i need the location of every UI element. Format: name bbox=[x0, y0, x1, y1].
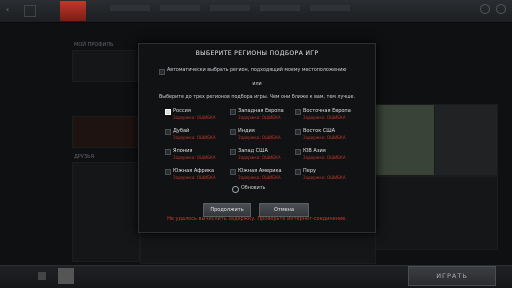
latency-error-text: Не удалось вычислить задержку. Проверьте… bbox=[167, 216, 347, 222]
region-checkbox[interactable] bbox=[295, 169, 301, 175]
region-checkbox[interactable] bbox=[165, 169, 171, 175]
region-option[interactable]: ЮВ Азия Задержка: ОШИБКА bbox=[295, 148, 365, 164]
region-select-dialog: ВЫБЕРИТЕ РЕГИОНЫ ПОДБОРА ИГР Автоматичес… bbox=[138, 43, 376, 233]
region-checkbox[interactable] bbox=[230, 129, 236, 135]
region-option[interactable]: Дубай Задержка: ОШИБКА bbox=[165, 128, 235, 144]
region-name[interactable]: Южная Африка bbox=[173, 168, 214, 174]
instruction-text: Выберите до трех регионов подбора игры. … bbox=[159, 95, 356, 100]
home-icon[interactable] bbox=[24, 5, 36, 17]
region-option[interactable]: Южная Америка Задержка: ОШИБКА bbox=[230, 168, 300, 184]
region-option[interactable]: Япония Задержка: ОШИБКА bbox=[165, 148, 235, 164]
dialog-title: ВЫБЕРИТЕ РЕГИОНЫ ПОДБОРА ИГР bbox=[195, 50, 319, 57]
refresh-icon[interactable] bbox=[232, 186, 239, 193]
region-name[interactable]: Россия bbox=[173, 108, 191, 114]
region-checkbox[interactable] bbox=[165, 109, 171, 115]
region-checkbox[interactable] bbox=[295, 129, 301, 135]
region-latency: Задержка: ОШИБКА bbox=[238, 175, 281, 180]
region-checkbox[interactable] bbox=[295, 149, 301, 155]
region-checkbox[interactable] bbox=[295, 109, 301, 115]
continue-button[interactable]: Продолжить bbox=[203, 203, 251, 217]
region-name[interactable]: Западная Европа bbox=[238, 108, 284, 114]
region-name[interactable]: Дубай bbox=[173, 128, 189, 134]
region-option[interactable]: Восток США Задержка: ОШИБКА bbox=[295, 128, 365, 144]
region-option[interactable]: Южная Африка Задержка: ОШИБКА bbox=[165, 168, 235, 184]
region-latency: Задержка: ОШИБКА bbox=[303, 175, 346, 180]
region-latency: Задержка: ОШИБКА bbox=[173, 175, 216, 180]
close-icon[interactable] bbox=[496, 4, 506, 14]
region-checkbox[interactable] bbox=[230, 149, 236, 155]
refresh-label[interactable]: Обновить bbox=[241, 186, 265, 191]
region-latency: Задержка: ОШИБКА bbox=[173, 155, 216, 160]
nav-tab-1[interactable] bbox=[110, 5, 150, 11]
region-option[interactable]: Россия Задержка: ОШИБКА bbox=[165, 108, 235, 124]
region-name[interactable]: Запад США bbox=[238, 148, 268, 154]
nav-tab-2[interactable] bbox=[160, 5, 200, 11]
region-latency: Задержка: ОШИБКА bbox=[238, 115, 281, 120]
region-option[interactable]: Восточная Европа Задержка: ОШИБКА bbox=[295, 108, 365, 124]
region-latency: Задержка: ОШИБКА bbox=[303, 135, 346, 140]
region-name[interactable]: Южная Америка bbox=[238, 168, 282, 174]
region-checkbox[interactable] bbox=[165, 149, 171, 155]
cancel-button[interactable]: Отмена bbox=[259, 203, 309, 217]
chat-icon[interactable] bbox=[38, 272, 46, 280]
region-option[interactable]: Перу Задержка: ОШИБКА bbox=[295, 168, 365, 184]
region-latency: Задержка: ОШИБКА bbox=[173, 135, 216, 140]
region-latency: Задержка: ОШИБКА bbox=[303, 115, 346, 120]
region-name[interactable]: ЮВ Азия bbox=[303, 148, 326, 154]
back-icon[interactable]: ‹ bbox=[6, 6, 14, 14]
or-label: или bbox=[252, 82, 262, 87]
auto-select-label[interactable]: Автоматически выбрать регион, подходящий… bbox=[167, 68, 346, 73]
hero-icon[interactable] bbox=[58, 268, 74, 284]
nav-tab-3[interactable] bbox=[210, 5, 250, 11]
settings-icon[interactable] bbox=[480, 4, 490, 14]
top-navigation-bar: ‹ bbox=[0, 0, 512, 23]
region-latency: Задержка: ОШИБКА bbox=[238, 135, 281, 140]
play-button[interactable]: ИГРАТЬ bbox=[408, 266, 496, 286]
region-option[interactable]: Западная Европа Задержка: ОШИБКА bbox=[230, 108, 300, 124]
region-name[interactable]: Восточная Европа bbox=[303, 108, 351, 114]
region-option[interactable]: Индия Задержка: ОШИБКА bbox=[230, 128, 300, 144]
region-option[interactable]: Запад США Задержка: ОШИБКА bbox=[230, 148, 300, 164]
nav-tab-4[interactable] bbox=[260, 5, 300, 11]
region-name[interactable]: Восток США bbox=[303, 128, 335, 134]
region-checkbox[interactable] bbox=[165, 129, 171, 135]
region-latency: Задержка: ОШИБКА bbox=[303, 155, 346, 160]
region-name[interactable]: Перу bbox=[303, 168, 316, 174]
region-grid: Россия Задержка: ОШИБКА Западная Европа Зад… bbox=[165, 108, 365, 183]
region-checkbox[interactable] bbox=[230, 169, 236, 175]
dota-logo-icon[interactable] bbox=[60, 1, 86, 21]
region-checkbox[interactable] bbox=[230, 109, 236, 115]
region-latency: Задержка: ОШИБКА bbox=[238, 155, 281, 160]
auto-select-checkbox[interactable] bbox=[159, 69, 165, 75]
region-name[interactable]: Индия bbox=[238, 128, 255, 134]
region-name[interactable]: Япония bbox=[173, 148, 192, 154]
nav-tab-5[interactable] bbox=[310, 5, 350, 11]
region-latency: Задержка: ОШИБКА bbox=[173, 115, 216, 120]
